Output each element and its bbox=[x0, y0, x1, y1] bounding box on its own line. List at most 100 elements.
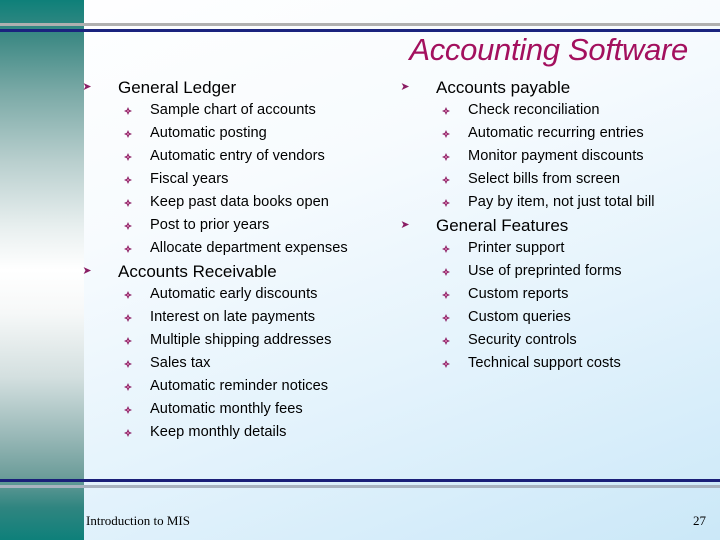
section-heading: ➤ Accounts Receivable bbox=[82, 260, 348, 283]
list-item: Keep monthly details bbox=[108, 421, 348, 444]
list-item: Printer support bbox=[426, 237, 655, 260]
diamond-bullet-icon bbox=[442, 199, 450, 207]
list-item-text: Interest on late payments bbox=[150, 309, 316, 325]
diamond-bullet-icon bbox=[124, 406, 132, 414]
list-item-text: Use of preprinted forms bbox=[468, 263, 622, 279]
diamond-bullet-icon bbox=[124, 360, 132, 368]
list-item-text: Multiple shipping addresses bbox=[150, 332, 332, 348]
diamond-bullet-icon bbox=[124, 176, 132, 184]
list-item-text: Printer support bbox=[468, 240, 565, 256]
list-item-text: Allocate department expenses bbox=[150, 240, 348, 256]
list-item-text: Sales tax bbox=[150, 355, 211, 371]
section-heading: ➤ Accounts payable bbox=[400, 76, 655, 99]
diamond-bullet-icon bbox=[124, 383, 132, 391]
list-item: Automatic recurring entries bbox=[426, 122, 655, 145]
list-item-text: Custom queries bbox=[468, 309, 571, 325]
list-item-text: Keep monthly details bbox=[150, 424, 287, 440]
top-gray-rule bbox=[0, 23, 720, 26]
section-general-features: ➤ General Features Printer support Use of… bbox=[400, 214, 655, 375]
bottom-navy-rule bbox=[0, 479, 720, 482]
item-list: Check reconciliation Automatic recurring … bbox=[426, 99, 655, 214]
left-column: ➤ General Ledger Sample chart of account… bbox=[82, 76, 348, 444]
diamond-bullet-icon bbox=[124, 245, 132, 253]
list-item: Automatic monthly fees bbox=[108, 398, 348, 421]
section-heading: ➤ General Ledger bbox=[82, 76, 348, 99]
list-item: Custom reports bbox=[426, 283, 655, 306]
list-item-text: Automatic monthly fees bbox=[150, 401, 303, 417]
list-item-text: Monitor payment discounts bbox=[468, 148, 644, 164]
list-item: Allocate department expenses bbox=[108, 237, 348, 260]
list-item: Multiple shipping addresses bbox=[108, 329, 348, 352]
diamond-bullet-icon bbox=[124, 130, 132, 138]
diamond-bullet-icon bbox=[124, 222, 132, 230]
list-item: Automatic entry of vendors bbox=[108, 145, 348, 168]
list-item: Automatic posting bbox=[108, 122, 348, 145]
list-item-text: Automatic posting bbox=[150, 125, 267, 141]
diamond-bullet-icon bbox=[124, 199, 132, 207]
list-item: Select bills from screen bbox=[426, 168, 655, 191]
section-heading: ➤ General Features bbox=[400, 214, 655, 237]
list-item-text: Check reconciliation bbox=[468, 102, 600, 118]
list-item: Pay by item, not just total bill bbox=[426, 191, 655, 214]
arrow-bullet-icon: ➤ bbox=[82, 265, 92, 277]
section-accounts-payable: ➤ Accounts payable Check reconciliation A… bbox=[400, 76, 655, 214]
diamond-bullet-icon bbox=[442, 107, 450, 115]
arrow-bullet-icon: ➤ bbox=[400, 81, 410, 93]
list-item-text: Keep past data books open bbox=[150, 194, 329, 210]
diamond-bullet-icon bbox=[442, 268, 450, 276]
list-item: Technical support costs bbox=[426, 352, 655, 375]
list-item: Sales tax bbox=[108, 352, 348, 375]
item-list: Sample chart of accounts Automatic postin… bbox=[108, 99, 348, 260]
list-item-text: Select bills from screen bbox=[468, 171, 621, 187]
list-item: Interest on late payments bbox=[108, 306, 348, 329]
list-item: Fiscal years bbox=[108, 168, 348, 191]
list-item: Custom queries bbox=[426, 306, 655, 329]
list-item: Automatic reminder notices bbox=[108, 375, 348, 398]
list-item: Automatic early discounts bbox=[108, 283, 348, 306]
list-item: Check reconciliation bbox=[426, 99, 655, 122]
diamond-bullet-icon bbox=[124, 314, 132, 322]
item-list: Printer support Use of preprinted forms Cu… bbox=[426, 237, 655, 375]
item-list: Automatic early discounts Interest on lat… bbox=[108, 283, 348, 444]
list-item-text: Technical support costs bbox=[468, 355, 621, 371]
list-item: Security controls bbox=[426, 329, 655, 352]
list-item-text: Fiscal years bbox=[150, 171, 229, 187]
list-item-text: Automatic recurring entries bbox=[468, 125, 644, 141]
list-item-text: Security controls bbox=[468, 332, 577, 348]
section-heading-text: General Features bbox=[436, 216, 569, 235]
diamond-bullet-icon bbox=[442, 314, 450, 322]
diamond-bullet-icon bbox=[124, 337, 132, 345]
list-item-text: Automatic entry of vendors bbox=[150, 148, 325, 164]
diamond-bullet-icon bbox=[442, 337, 450, 345]
diamond-bullet-icon bbox=[442, 130, 450, 138]
diamond-bullet-icon bbox=[442, 245, 450, 253]
section-general-ledger: ➤ General Ledger Sample chart of account… bbox=[82, 76, 348, 260]
page-number: 27 bbox=[693, 513, 706, 528]
list-item-text: Pay by item, not just total bill bbox=[468, 194, 655, 210]
arrow-bullet-icon: ➤ bbox=[400, 219, 410, 231]
list-item-text: Automatic early discounts bbox=[150, 286, 318, 302]
list-item: Post to prior years bbox=[108, 214, 348, 237]
list-item: Sample chart of accounts bbox=[108, 99, 348, 122]
diamond-bullet-icon bbox=[442, 153, 450, 161]
list-item-text: Sample chart of accounts bbox=[150, 102, 316, 118]
diamond-bullet-icon bbox=[124, 107, 132, 115]
arrow-bullet-icon: ➤ bbox=[82, 81, 92, 93]
list-item: Monitor payment discounts bbox=[426, 145, 655, 168]
right-column: ➤ Accounts payable Check reconciliation A… bbox=[400, 76, 655, 375]
diamond-bullet-icon bbox=[124, 291, 132, 299]
diamond-bullet-icon bbox=[124, 153, 132, 161]
sidebar-gradient-panel bbox=[0, 0, 84, 540]
diamond-bullet-icon bbox=[442, 176, 450, 184]
footer-course-title: Introduction to MIS bbox=[86, 513, 190, 528]
list-item: Keep past data books open bbox=[108, 191, 348, 214]
diamond-bullet-icon bbox=[442, 360, 450, 368]
list-item-text: Automatic reminder notices bbox=[150, 378, 329, 394]
section-heading-text: General Ledger bbox=[118, 78, 237, 97]
diamond-bullet-icon bbox=[124, 429, 132, 437]
slide-title: Accounting Software bbox=[409, 32, 688, 67]
bottom-gray-rule bbox=[0, 485, 720, 488]
list-item-text: Custom reports bbox=[468, 286, 569, 302]
section-heading-text: Accounts Receivable bbox=[118, 262, 277, 281]
section-accounts-receivable: ➤ Accounts Receivable Automatic early di… bbox=[82, 260, 348, 444]
